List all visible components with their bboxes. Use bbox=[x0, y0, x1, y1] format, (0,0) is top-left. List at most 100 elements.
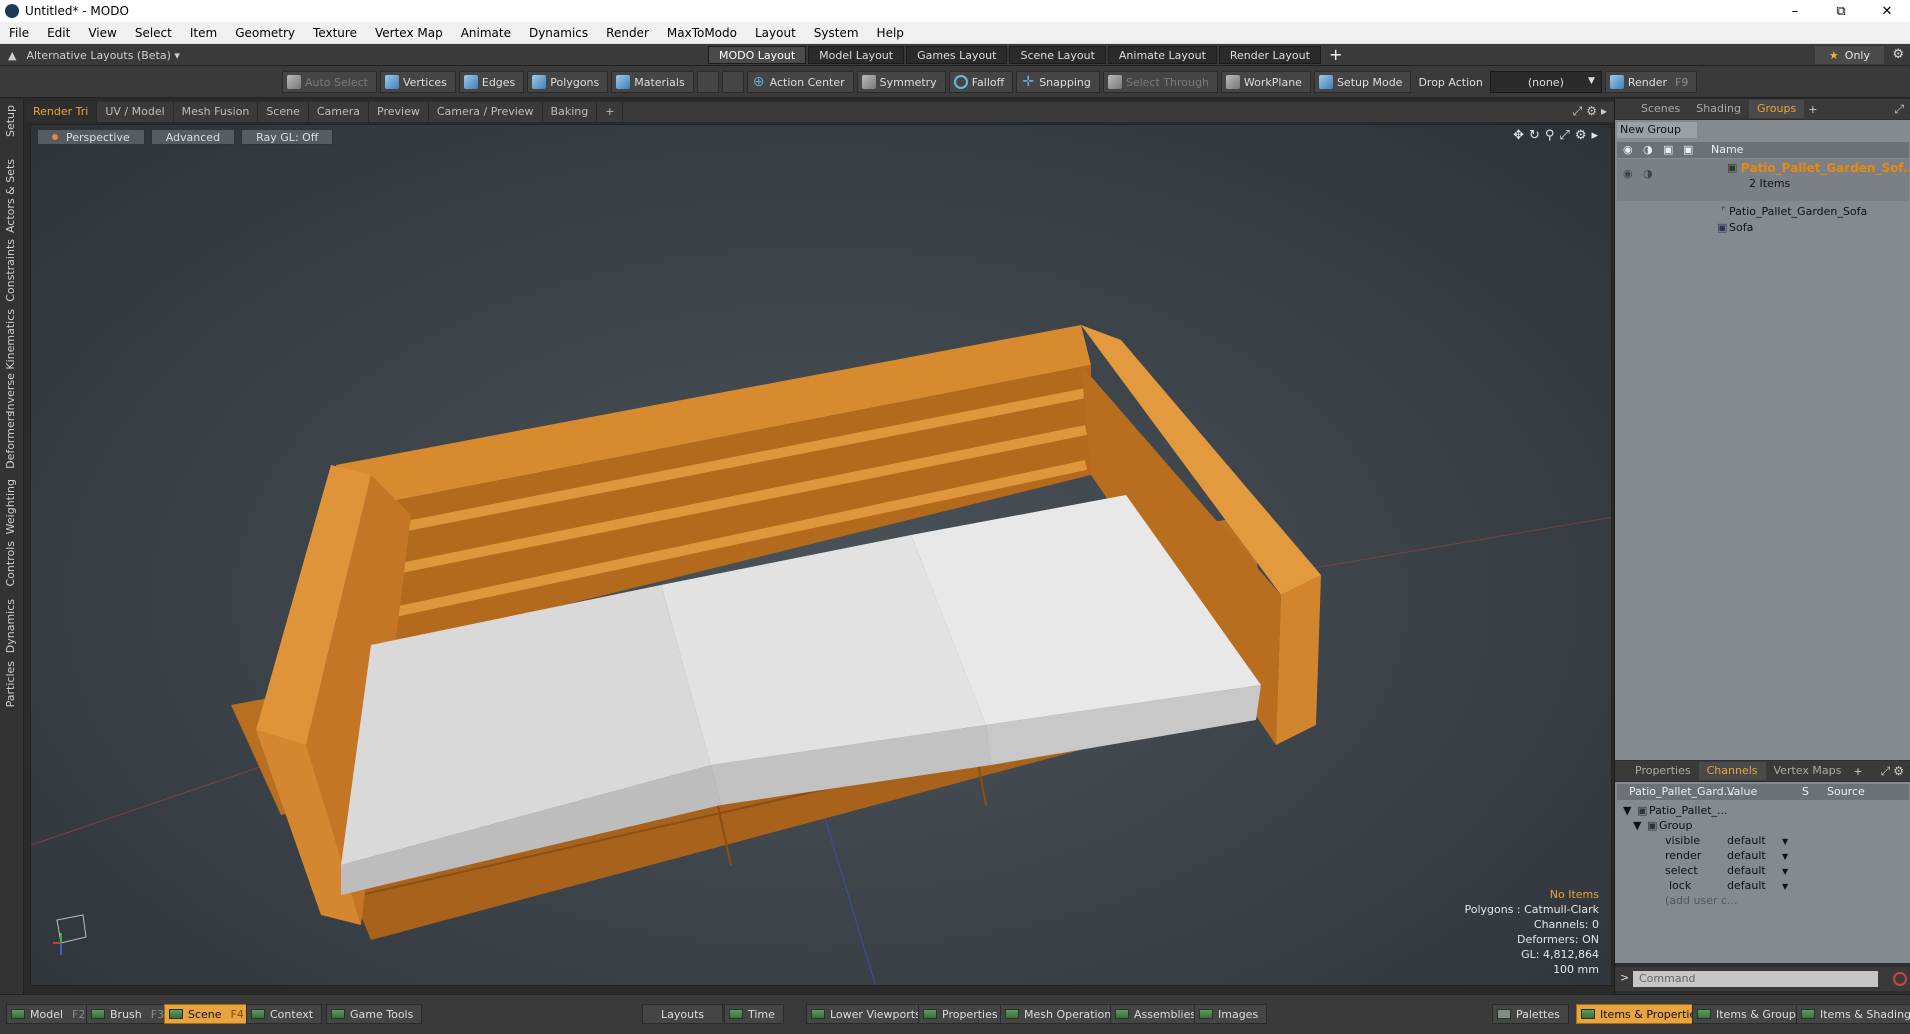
items-properties-button[interactable]: Items & Properties bbox=[1576, 1004, 1711, 1024]
expand-arrow-icon[interactable]: ▼ bbox=[1633, 819, 1641, 832]
vtab-controls[interactable]: Controls bbox=[4, 541, 17, 587]
menu-render[interactable]: Render bbox=[597, 22, 658, 44]
alternative-layouts-dropdown[interactable]: Alternative Layouts (Beta) ▾ bbox=[26, 49, 179, 62]
viewport-nav-icons[interactable]: ✥↻⚲⤢⚙▸ bbox=[1513, 128, 1603, 143]
select-through-button[interactable]: Select Through bbox=[1102, 71, 1218, 93]
tab-render-tri[interactable]: Render Tri bbox=[25, 102, 98, 122]
channel-value[interactable]: default bbox=[1727, 879, 1766, 892]
new-group-button[interactable]: New Group bbox=[1617, 122, 1697, 138]
mesh-operations-button[interactable]: Mesh Operations bbox=[1000, 1004, 1126, 1024]
tab-baking[interactable]: Baking bbox=[543, 102, 598, 122]
render-toggle-icon[interactable]: ◑ bbox=[1643, 167, 1653, 180]
vtab-actors-sets[interactable]: Actors & Sets bbox=[4, 159, 17, 233]
shield-alt-button[interactable] bbox=[721, 71, 744, 93]
menu-system[interactable]: System bbox=[805, 22, 868, 44]
tree-item[interactable]: ▣ Sofa bbox=[1617, 220, 1909, 236]
channel-value[interactable]: default bbox=[1727, 849, 1766, 862]
vtab-dynamics[interactable]: Dynamics bbox=[4, 599, 17, 653]
add-user-channel-row[interactable]: (add user c... bbox=[1617, 894, 1909, 909]
raygl-button[interactable]: Ray GL: Off bbox=[241, 129, 334, 145]
tab-scene-layout[interactable]: Scene Layout bbox=[1009, 46, 1106, 64]
channel-row[interactable]: visible default ▼ bbox=[1617, 834, 1909, 849]
menu-dynamics[interactable]: Dynamics bbox=[520, 22, 597, 44]
tab-groups[interactable]: Groups bbox=[1748, 100, 1805, 118]
vtab-particles[interactable]: Particles bbox=[4, 661, 17, 707]
context-button[interactable]: Context bbox=[246, 1004, 323, 1024]
expand-arrow-icon[interactable]: ▼ bbox=[1623, 804, 1631, 817]
game-tools-button[interactable]: Game Tools bbox=[326, 1004, 423, 1024]
add-layout-icon[interactable]: + bbox=[1329, 46, 1342, 64]
tab-preview[interactable]: Preview bbox=[369, 102, 429, 122]
action-center-button[interactable]: ⊕ Action Center bbox=[746, 71, 854, 93]
shading-advanced-button[interactable]: Advanced bbox=[150, 129, 236, 145]
tab-animate-layout[interactable]: Animate Layout bbox=[1107, 46, 1217, 64]
collapse-up-icon[interactable]: ▲ bbox=[8, 49, 16, 62]
eye-icon[interactable]: ◉ bbox=[1623, 167, 1633, 180]
add-tab-icon[interactable]: + bbox=[1853, 765, 1862, 778]
expand-icon[interactable]: ⤢ bbox=[1894, 102, 1907, 117]
render-button[interactable]: Render F9 bbox=[1604, 71, 1698, 93]
tab-camera-preview[interactable]: Camera / Preview bbox=[429, 102, 543, 122]
items-groups-button[interactable]: Items & Groups bbox=[1692, 1004, 1811, 1024]
vtab-weighting[interactable]: Weighting bbox=[4, 479, 17, 534]
items-shading-button[interactable]: Items & Shading bbox=[1796, 1004, 1910, 1024]
channel-row[interactable]: lock default ▼ bbox=[1617, 879, 1909, 894]
tab-vertex-maps[interactable]: Vertex Maps bbox=[1766, 762, 1850, 780]
chevron-down-icon[interactable]: ▼ bbox=[1782, 882, 1788, 891]
menu-vertex-map[interactable]: Vertex Map bbox=[366, 22, 452, 44]
tab-mesh-fusion[interactable]: Mesh Fusion bbox=[174, 102, 259, 122]
menu-view[interactable]: View bbox=[79, 22, 125, 44]
layouts-button[interactable]: Layouts bbox=[642, 1004, 724, 1024]
properties-button[interactable]: Properties bbox=[918, 1004, 1007, 1024]
symmetry-button[interactable]: Symmetry bbox=[856, 71, 946, 93]
vtab-constraints[interactable]: Constraints bbox=[4, 239, 17, 302]
workplane-button[interactable]: WorkPlane bbox=[1220, 71, 1311, 93]
menu-layout[interactable]: Layout bbox=[746, 22, 805, 44]
menu-item[interactable]: Item bbox=[181, 22, 226, 44]
menu-texture[interactable]: Texture bbox=[304, 22, 366, 44]
channel-group-row[interactable]: ▼ ▣ Group bbox=[1617, 819, 1909, 834]
gear-icon[interactable]: ⚙ bbox=[1892, 47, 1904, 62]
images-button[interactable]: Images bbox=[1194, 1004, 1268, 1024]
3d-viewport[interactable]: Perspective Advanced Ray GL: Off ✥↻⚲⤢⚙▸ … bbox=[30, 124, 1612, 986]
time-button[interactable]: Time bbox=[724, 1004, 784, 1024]
tab-games-layout[interactable]: Games Layout bbox=[906, 46, 1008, 64]
viewport-options-icons[interactable]: ⤢⚙▸ bbox=[1573, 104, 1611, 119]
vertices-button[interactable]: Vertices bbox=[379, 71, 456, 93]
vtab-inverse-kinematics[interactable]: Inverse Kinematics bbox=[4, 309, 17, 414]
expand-icon[interactable]: ⤢⚙ bbox=[1881, 764, 1907, 779]
menu-geometry[interactable]: Geometry bbox=[226, 22, 304, 44]
view-perspective-button[interactable]: Perspective bbox=[37, 129, 145, 145]
tab-scenes[interactable]: Scenes bbox=[1633, 100, 1688, 118]
channel-item-row[interactable]: ▼ ▣ Patio_Pallet_... bbox=[1617, 804, 1909, 819]
menu-file[interactable]: File bbox=[0, 22, 38, 44]
close-button[interactable]: ✕ bbox=[1864, 0, 1910, 22]
snapping-button[interactable]: ✛ Snapping bbox=[1016, 71, 1100, 93]
eye-icon[interactable]: ◉ bbox=[1623, 143, 1633, 156]
chevron-down-icon[interactable]: ▼ bbox=[1782, 837, 1788, 846]
tab-render-layout[interactable]: Render Layout bbox=[1218, 46, 1321, 64]
minimize-button[interactable]: – bbox=[1772, 0, 1818, 22]
menu-edit[interactable]: Edit bbox=[38, 22, 79, 44]
tab-channels[interactable]: Channels bbox=[1698, 762, 1766, 780]
polygons-button[interactable]: Polygons bbox=[527, 71, 609, 93]
palettes-button[interactable]: Palettes bbox=[1492, 1004, 1569, 1024]
add-tab-icon[interactable]: + bbox=[597, 102, 624, 122]
tab-model-layout[interactable]: Model Layout bbox=[808, 46, 905, 64]
lock-toggle-icon[interactable]: ▣ bbox=[1663, 143, 1673, 156]
menu-animate[interactable]: Animate bbox=[452, 22, 520, 44]
tree-item[interactable]: ⌜ Patio_Pallet_Garden_Sofa bbox=[1617, 204, 1909, 220]
shield-select-button[interactable] bbox=[696, 71, 719, 93]
assemblies-button[interactable]: Assemblies bbox=[1110, 1004, 1206, 1024]
setup-mode-button[interactable]: Setup Mode bbox=[1313, 71, 1412, 93]
materials-button[interactable]: Materials bbox=[611, 71, 694, 93]
tab-uv-model[interactable]: UV / Model bbox=[97, 102, 174, 122]
falloff-button[interactable]: Falloff bbox=[948, 71, 1014, 93]
vtab-setup[interactable]: Setup bbox=[4, 105, 17, 137]
record-macro-icon[interactable] bbox=[1893, 972, 1907, 986]
command-input[interactable]: Command bbox=[1633, 971, 1878, 987]
model-button[interactable]: Model F2 bbox=[6, 1004, 95, 1024]
menu-select[interactable]: Select bbox=[126, 22, 181, 44]
tab-properties[interactable]: Properties bbox=[1627, 762, 1699, 780]
channel-row[interactable]: render default ▼ bbox=[1617, 849, 1909, 864]
